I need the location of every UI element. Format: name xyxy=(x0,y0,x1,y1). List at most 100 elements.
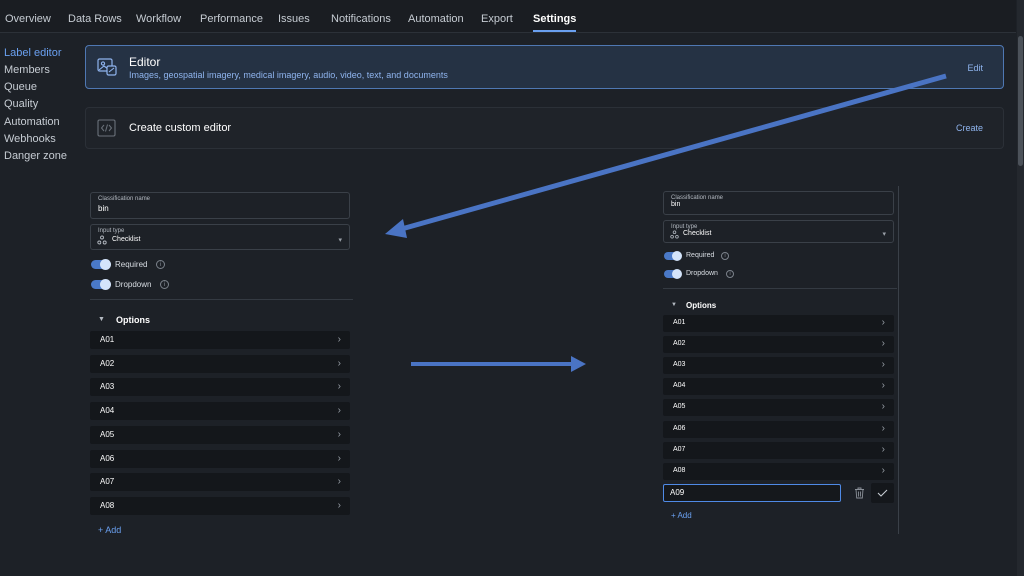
chevron-down-icon: ▾ xyxy=(338,237,342,244)
classification-name-value: bin xyxy=(98,204,109,213)
tab-export[interactable]: Export xyxy=(481,0,513,32)
option-label: A07 xyxy=(100,477,115,487)
sidebar-item-members[interactable]: Members xyxy=(4,64,50,76)
chevron-down-icon: ▾ xyxy=(882,231,886,238)
custom-editor-title: Create custom editor xyxy=(129,122,232,134)
option-label: A08 xyxy=(673,466,686,474)
tab-workflow[interactable]: Workflow xyxy=(136,0,181,32)
sidebar-item-automation[interactable]: Automation xyxy=(4,116,60,128)
option-row[interactable]: A08 › xyxy=(663,462,894,480)
option-label: A01 xyxy=(673,319,686,326)
page-scrollbar[interactable] xyxy=(1017,0,1024,576)
option-row[interactable]: A01 › xyxy=(663,315,894,332)
scrollbar-thumb[interactable] xyxy=(1018,36,1023,166)
option-row[interactable]: A03 › xyxy=(663,357,894,375)
option-row[interactable]: A02 › xyxy=(663,336,894,354)
chevron-right-icon: › xyxy=(881,317,885,328)
trash-icon[interactable] xyxy=(854,487,865,499)
option-row[interactable]: A06 › xyxy=(90,449,350,468)
option-label: A02 xyxy=(100,358,115,368)
tab-data-rows[interactable]: Data Rows xyxy=(68,0,122,32)
chevron-right-icon: › xyxy=(881,380,885,392)
image-editor-icon xyxy=(97,58,117,76)
option-label: A04 xyxy=(673,382,686,390)
chevron-right-icon: › xyxy=(337,381,341,393)
sidebar-item-quality[interactable]: Quality xyxy=(4,98,38,110)
dropdown-toggle[interactable] xyxy=(664,269,682,279)
option-label: A05 xyxy=(673,403,686,411)
classification-name-field[interactable]: Classification name bin xyxy=(90,192,350,219)
option-row[interactable]: A06 › xyxy=(663,420,894,438)
tab-overview[interactable]: Overview xyxy=(5,0,51,32)
create-button[interactable]: Create xyxy=(956,123,983,133)
chevron-right-icon: › xyxy=(881,338,885,350)
editor-card-title: Editor xyxy=(129,55,161,69)
option-label: A03 xyxy=(100,382,115,392)
required-toggle[interactable] xyxy=(91,259,111,270)
info-icon[interactable]: i xyxy=(721,252,729,260)
divider xyxy=(90,299,353,300)
option-row[interactable]: A07 › xyxy=(90,473,350,492)
dropdown-toggle[interactable] xyxy=(91,279,111,290)
classification-name-label: Classification name xyxy=(98,196,151,202)
option-row[interactable]: A01 › xyxy=(90,331,350,349)
tab-notifications[interactable]: Notifications xyxy=(331,0,391,32)
option-label: A05 xyxy=(100,429,115,439)
option-label: A03 xyxy=(673,361,686,369)
chevron-right-icon: › xyxy=(881,464,885,476)
chevron-right-icon: › xyxy=(337,405,341,417)
custom-editor-card[interactable]: Create custom editor Create xyxy=(85,107,1004,149)
option-row[interactable]: A04 › xyxy=(663,378,894,396)
chevron-right-icon: › xyxy=(337,476,341,488)
chevron-right-icon: › xyxy=(881,359,885,371)
divider xyxy=(663,288,897,289)
required-label: Required xyxy=(115,260,148,269)
top-nav: Overview Data Rows Workflow Performance … xyxy=(0,0,1016,33)
input-type-select[interactable]: Input type Checklist ▾ xyxy=(90,224,350,250)
option-row[interactable]: A03 › xyxy=(90,378,350,397)
collapse-icon[interactable]: ▼ xyxy=(98,316,105,323)
info-icon[interactable]: i xyxy=(726,270,734,278)
input-type-select[interactable]: Input type Checklist ▾ xyxy=(663,220,894,243)
option-label: A04 xyxy=(100,406,115,416)
sidebar-item-label-editor[interactable]: Label editor xyxy=(4,47,62,59)
input-type-label: Input type xyxy=(98,228,125,234)
edit-button[interactable]: Edit xyxy=(967,63,983,73)
tab-performance[interactable]: Performance xyxy=(200,0,263,32)
checklist-icon xyxy=(97,235,107,245)
confirm-button[interactable] xyxy=(871,483,894,503)
sidebar-item-danger-zone[interactable]: Danger zone xyxy=(4,150,67,162)
sidebar-item-queue[interactable]: Queue xyxy=(4,81,37,93)
info-icon[interactable]: i xyxy=(160,280,169,289)
option-label: A06 xyxy=(673,424,686,432)
info-icon[interactable]: i xyxy=(156,260,165,269)
arrow-head-right xyxy=(571,356,586,372)
classification-name-value: bin xyxy=(671,201,681,208)
option-row[interactable]: A07 › xyxy=(663,441,894,459)
tab-automation[interactable]: Automation xyxy=(408,0,464,32)
add-option-button[interactable]: + Add xyxy=(98,525,121,535)
required-toggle[interactable] xyxy=(664,251,682,261)
option-row[interactable]: A02 › xyxy=(90,354,350,373)
tab-settings[interactable]: Settings xyxy=(533,0,577,32)
option-label: A02 xyxy=(673,340,686,348)
editor-card-subtitle: Images, geospatial imagery, medical imag… xyxy=(129,70,448,80)
check-icon xyxy=(877,489,888,497)
options-heading: Options xyxy=(686,301,717,310)
collapse-icon[interactable]: ▼ xyxy=(671,302,677,308)
sidebar-item-webhooks[interactable]: Webhooks xyxy=(4,133,56,145)
option-row[interactable]: A05 › xyxy=(90,425,350,444)
panel-divider xyxy=(898,186,899,534)
editor-card[interactable]: Editor Images, geospatial imagery, medic… xyxy=(85,45,1004,89)
dropdown-label: Dropdown xyxy=(686,270,718,277)
new-option-input[interactable]: A09 xyxy=(663,484,841,502)
classification-name-field[interactable]: Classification name bin xyxy=(663,191,894,215)
option-label: A06 xyxy=(100,453,115,463)
option-row[interactable]: A08 › xyxy=(90,496,350,515)
options-heading: Options xyxy=(116,315,150,325)
option-row[interactable]: A05 › xyxy=(663,399,894,417)
add-option-button[interactable]: + Add xyxy=(671,511,692,520)
input-type-value: Checklist xyxy=(683,230,712,237)
tab-issues[interactable]: Issues xyxy=(278,0,310,32)
option-row[interactable]: A04 › xyxy=(90,402,350,421)
